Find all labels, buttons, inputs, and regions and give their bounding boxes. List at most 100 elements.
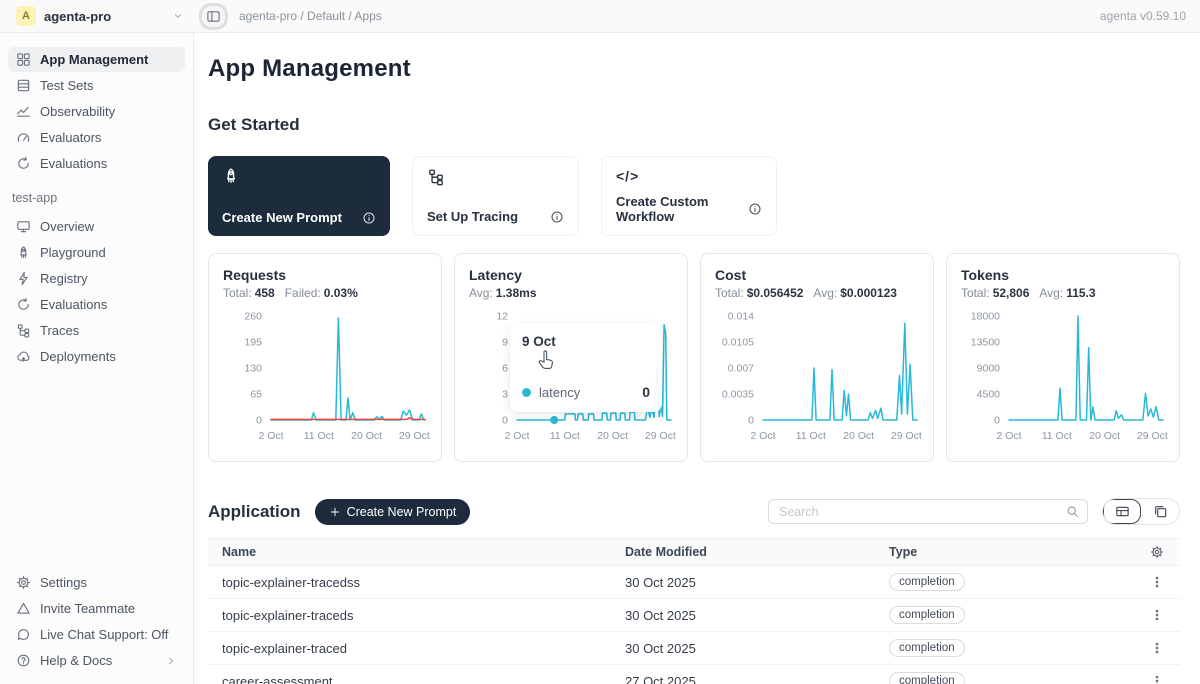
info-icon[interactable] [748, 202, 762, 216]
breadcrumb[interactable]: agenta-pro / Default / Apps [239, 9, 382, 23]
workspace-name: agenta-pro [44, 9, 164, 24]
sidebar-item-help-docs[interactable]: Help & Docs [8, 648, 185, 673]
sidebar-item-deployments[interactable]: Deployments [8, 344, 185, 369]
table-view-button[interactable] [1103, 499, 1141, 524]
app-type-cell: completion [875, 639, 1134, 657]
svg-text:3: 3 [502, 389, 508, 401]
set-up-tracing-card[interactable]: Set Up Tracing [412, 156, 579, 236]
svg-text:29 Oct: 29 Oct [1137, 430, 1168, 442]
svg-text:9: 9 [502, 337, 508, 349]
row-actions-kebab-icon[interactable] [1134, 608, 1180, 622]
search-icon[interactable] [1066, 505, 1079, 518]
refresh-icon [16, 156, 31, 171]
tooltip-series-label: latency [539, 385, 580, 400]
sidebar-item-evaluations[interactable]: Evaluations [8, 292, 185, 317]
table-row[interactable]: career-assessment27 Oct 2025completion [208, 665, 1180, 684]
view-toggle [1102, 498, 1180, 525]
create-custom-workflow-card[interactable]: </> Create Custom Workflow [601, 156, 777, 236]
svg-text:11 Oct: 11 Oct [550, 430, 580, 442]
svg-text:12: 12 [496, 311, 508, 323]
sidebar-item-settings[interactable]: Settings [8, 570, 185, 595]
sidebar-item-playground[interactable]: Playground [8, 240, 185, 265]
sidebar-item-traces[interactable]: Traces [8, 318, 185, 343]
type-badge: completion [889, 672, 965, 684]
table-row[interactable]: topic-explainer-traceds30 Oct 2025comple… [208, 599, 1180, 632]
metrics-row: Requests Total:458Failed:0.03% 065130195… [208, 253, 1180, 462]
svg-text:29 Oct: 29 Oct [399, 430, 430, 442]
svg-text:0: 0 [748, 415, 754, 427]
row-actions-kebab-icon[interactable] [1134, 674, 1180, 684]
version-label: agenta v0.59.10 [1100, 9, 1200, 23]
sidebar-item-registry[interactable]: Registry [8, 266, 185, 291]
table-view-icon [1115, 504, 1130, 519]
card-view-icon [1153, 504, 1168, 519]
row-actions-kebab-icon[interactable] [1134, 641, 1180, 655]
app-date-modified: 27 Oct 2025 [611, 674, 875, 684]
sidebar-item-label: Overview [40, 219, 94, 234]
table-settings-gear-icon[interactable] [1150, 545, 1164, 559]
app-name: topic-explainer-tracedss [208, 575, 611, 590]
get-started-heading: Get Started [208, 115, 1180, 135]
info-icon[interactable] [550, 210, 564, 224]
cost-chart[interactable]: 00.00350.0070.01050.0142 Oct11 Oct20 Oct… [709, 306, 923, 452]
sidebar-item-observability[interactable]: Observability [8, 99, 185, 124]
svg-text:9000: 9000 [977, 363, 1001, 375]
info-icon[interactable] [362, 211, 376, 225]
column-header-date-modified[interactable]: Date Modified [611, 545, 875, 559]
row-actions-kebab-icon[interactable] [1134, 575, 1180, 589]
type-badge: completion [889, 639, 965, 657]
sidebar-item-evaluations[interactable]: Evaluations [8, 151, 185, 176]
sidebar-item-label: Registry [40, 271, 88, 286]
create-new-prompt-card[interactable]: Create New Prompt [208, 156, 390, 236]
column-header-name[interactable]: Name [208, 545, 611, 559]
refresh-icon [16, 297, 31, 312]
sidebar-item-label: Traces [40, 323, 79, 338]
sidebar-item-overview[interactable]: Overview [8, 214, 185, 239]
search-box[interactable] [768, 499, 1088, 524]
chart-title: Latency [469, 267, 673, 283]
svg-text:11 Oct: 11 Oct [304, 430, 334, 442]
table-row[interactable]: topic-explainer-traced30 Oct 2025complet… [208, 632, 1180, 665]
app-date-modified: 30 Oct 2025 [611, 575, 875, 590]
svg-text:0: 0 [994, 415, 1000, 427]
app-date-modified: 30 Oct 2025 [611, 608, 875, 623]
chat-icon [16, 627, 31, 642]
create-new-prompt-button[interactable]: Create New Prompt [315, 499, 471, 525]
sidebar-item-label: Evaluations [40, 297, 107, 312]
sidebar-item-label: Playground [40, 245, 106, 260]
workspace-selector[interactable]: A agenta-pro [0, 6, 194, 26]
card-view-button[interactable] [1141, 499, 1179, 524]
app-name: topic-explainer-traced [208, 641, 611, 656]
sidebar-item-invite-teammate[interactable]: Invite Teammate [8, 596, 185, 621]
svg-text:0: 0 [502, 415, 508, 427]
tokens-chart[interactable]: 04500900013500180002 Oct11 Oct20 Oct29 O… [955, 306, 1169, 452]
sidebar-item-live-chat-support-off[interactable]: Live Chat Support: Off [8, 622, 185, 647]
chart-stat: Avg:$0.000123 [813, 286, 897, 300]
chart-stat: Avg:115.3 [1039, 286, 1095, 300]
app-type-cell: completion [875, 573, 1134, 591]
svg-text:65: 65 [250, 389, 262, 401]
sidebar-item-test-sets[interactable]: Test Sets [8, 73, 185, 98]
sidebar-item-app-management[interactable]: App Management [8, 47, 185, 72]
chart-title: Tokens [961, 267, 1165, 283]
gear-icon [16, 575, 31, 590]
sidebar-toggle-button[interactable] [202, 6, 225, 27]
svg-text:0.007: 0.007 [728, 363, 754, 375]
cloud-icon [16, 349, 31, 364]
question-icon [16, 653, 31, 668]
svg-text:2 Oct: 2 Oct [750, 430, 775, 442]
requests-chart[interactable]: 0651301952602 Oct11 Oct20 Oct29 Oct [217, 306, 431, 452]
requests-chart-card: Requests Total:458Failed:0.03% 065130195… [208, 253, 442, 462]
chart-title: Requests [223, 267, 427, 283]
application-header: Application Create New Prompt [208, 498, 1180, 525]
svg-text:0.014: 0.014 [728, 311, 754, 323]
tracing-icon [427, 168, 564, 186]
svg-text:20 Oct: 20 Oct [1089, 430, 1120, 442]
table-row[interactable]: topic-explainer-tracedss30 Oct 2025compl… [208, 566, 1180, 599]
sidebar-item-label: Live Chat Support: Off [40, 627, 168, 642]
svg-text:11 Oct: 11 Oct [1042, 430, 1072, 442]
sidebar-item-evaluators[interactable]: Evaluators [8, 125, 185, 150]
column-header-type[interactable]: Type [875, 545, 1134, 559]
card-label: Create Custom Workflow [616, 194, 748, 224]
search-input[interactable] [779, 505, 1066, 519]
